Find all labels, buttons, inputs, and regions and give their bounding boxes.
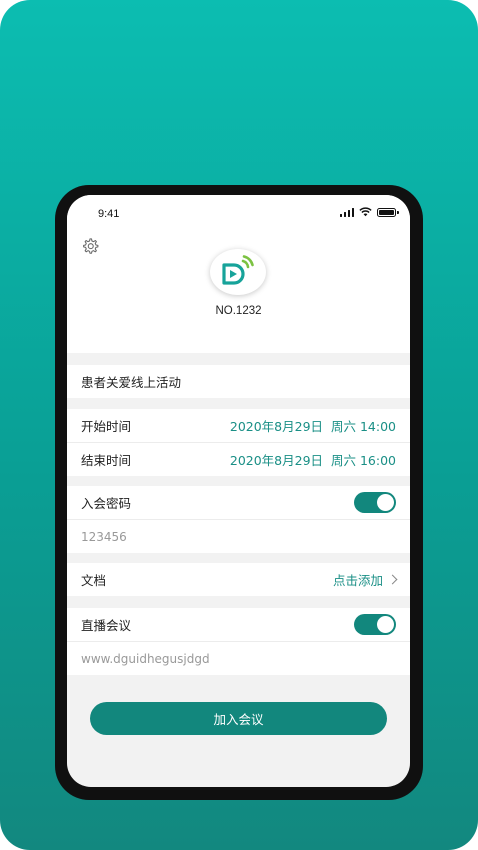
status-bar: 9:41 — [67, 195, 410, 231]
chevron-right-icon — [387, 574, 398, 585]
password-row: 入会密码 — [67, 486, 410, 519]
add-document-link[interactable]: 点击添加 — [332, 570, 398, 589]
cellular-signal-icon — [339, 208, 354, 217]
status-time: 9:41 — [98, 208, 120, 220]
join-meeting-button[interactable]: 加入会议 — [90, 702, 387, 735]
end-time-label: 结束时间 — [81, 453, 132, 468]
live-meeting-label: 直播会议 — [81, 618, 132, 633]
start-time-row[interactable]: 开始时间 2020年8月29日 周六 14:00 — [67, 409, 410, 442]
gear-icon[interactable] — [81, 237, 99, 255]
documents-label: 文档 — [81, 573, 107, 588]
promo-background: 9:41 NO.1232 患者关爱线上活动 开始时间 2020年8月29日 周六… — [0, 0, 478, 850]
end-time-value: 2020年8月29日 周六 16:00 — [229, 453, 396, 468]
phone-frame: 9:41 NO.1232 患者关爱线上活动 开始时间 2020年8月29日 周六… — [55, 185, 423, 800]
live-meeting-row: 直播会议 — [67, 608, 410, 641]
app-screen: 9:41 NO.1232 患者关爱线上活动 开始时间 2020年8月29日 周六… — [67, 195, 410, 787]
meeting-title: 患者关爱线上活动 — [81, 375, 182, 390]
meeting-number: NO.1232 — [215, 305, 262, 317]
password-field[interactable]: 123456 — [81, 530, 127, 544]
meeting-title-row[interactable]: 患者关爱线上活动 — [67, 365, 410, 398]
password-input-row[interactable]: 123456 — [67, 520, 410, 553]
start-time-value: 2020年8月29日 周六 14:00 — [229, 419, 396, 434]
wifi-icon — [359, 207, 372, 217]
battery-icon — [377, 208, 399, 217]
end-time-row[interactable]: 结束时间 2020年8月29日 周六 16:00 — [67, 443, 410, 476]
status-icons — [339, 207, 399, 217]
meeting-header: NO.1232 — [67, 231, 410, 353]
start-time-label: 开始时间 — [81, 419, 132, 434]
live-url-field[interactable]: www.dguidhegusjdgd — [81, 652, 210, 666]
live-meeting-toggle[interactable] — [354, 614, 396, 635]
password-toggle[interactable] — [354, 492, 396, 513]
live-url-row[interactable]: www.dguidhegusjdgd — [67, 642, 410, 675]
password-label: 入会密码 — [81, 496, 132, 511]
app-logo — [210, 249, 266, 295]
documents-row[interactable]: 文档 点击添加 — [67, 563, 410, 596]
add-document-label: 点击添加 — [332, 573, 383, 588]
